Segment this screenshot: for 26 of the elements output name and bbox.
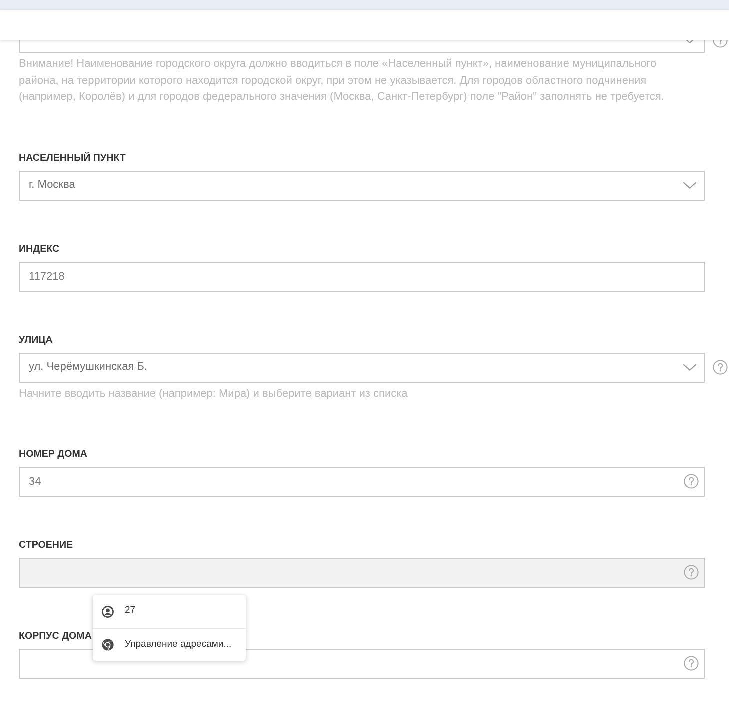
input-field[interactable]: [19, 649, 705, 679]
chevron-down-icon[interactable]: [683, 364, 697, 371]
dropdown-field[interactable]: г. Москва: [19, 170, 705, 200]
help-icon[interactable]: [713, 40, 728, 48]
chevron-down-icon[interactable]: [683, 182, 697, 189]
field-label: ИНДЕКС: [19, 242, 60, 256]
autofill-item[interactable]: 27: [93, 595, 246, 628]
field-label: НОМЕР ДОМА: [19, 448, 88, 462]
user-circle-icon: [102, 606, 114, 618]
help-icon[interactable]: [684, 656, 699, 671]
input-field[interactable]: 117218: [19, 262, 705, 292]
input-field[interactable]: 34: [19, 467, 705, 497]
hint-text: Внимание! Наименование городского округа должно вводиться в поле «Населенный пункт», наименование муниципального района, на территории которого находится городской округ, при этом не указывается. Для городов областного подчинения (например, Королёв) и для городов федерального значения (Москва, Санкт-Петербург) поле "Район" заполнять не требуется.: [19, 57, 666, 105]
dropdown-field[interactable]: ул. Черёмушкинская Б.: [19, 352, 705, 382]
help-icon[interactable]: [684, 474, 699, 489]
chevron-down-icon: [686, 40, 694, 43]
help-icon[interactable]: [684, 565, 699, 580]
input-field[interactable]: [19, 558, 705, 588]
help-icon[interactable]: [713, 360, 728, 375]
field-label: УЛИЦА: [19, 334, 53, 348]
dropdown-field[interactable]: [19, 40, 705, 53]
field-label: НАСЕЛЕННЫЙ ПУНКТ: [19, 152, 126, 166]
field-label: КОРПУС ДОМА: [19, 630, 92, 644]
browser-icon: [102, 639, 114, 651]
hint-text: Начните вводить название (например: Мира) и выберите вариант из списка: [19, 386, 409, 402]
field-label: СТРОЕНИЕ: [19, 539, 74, 553]
